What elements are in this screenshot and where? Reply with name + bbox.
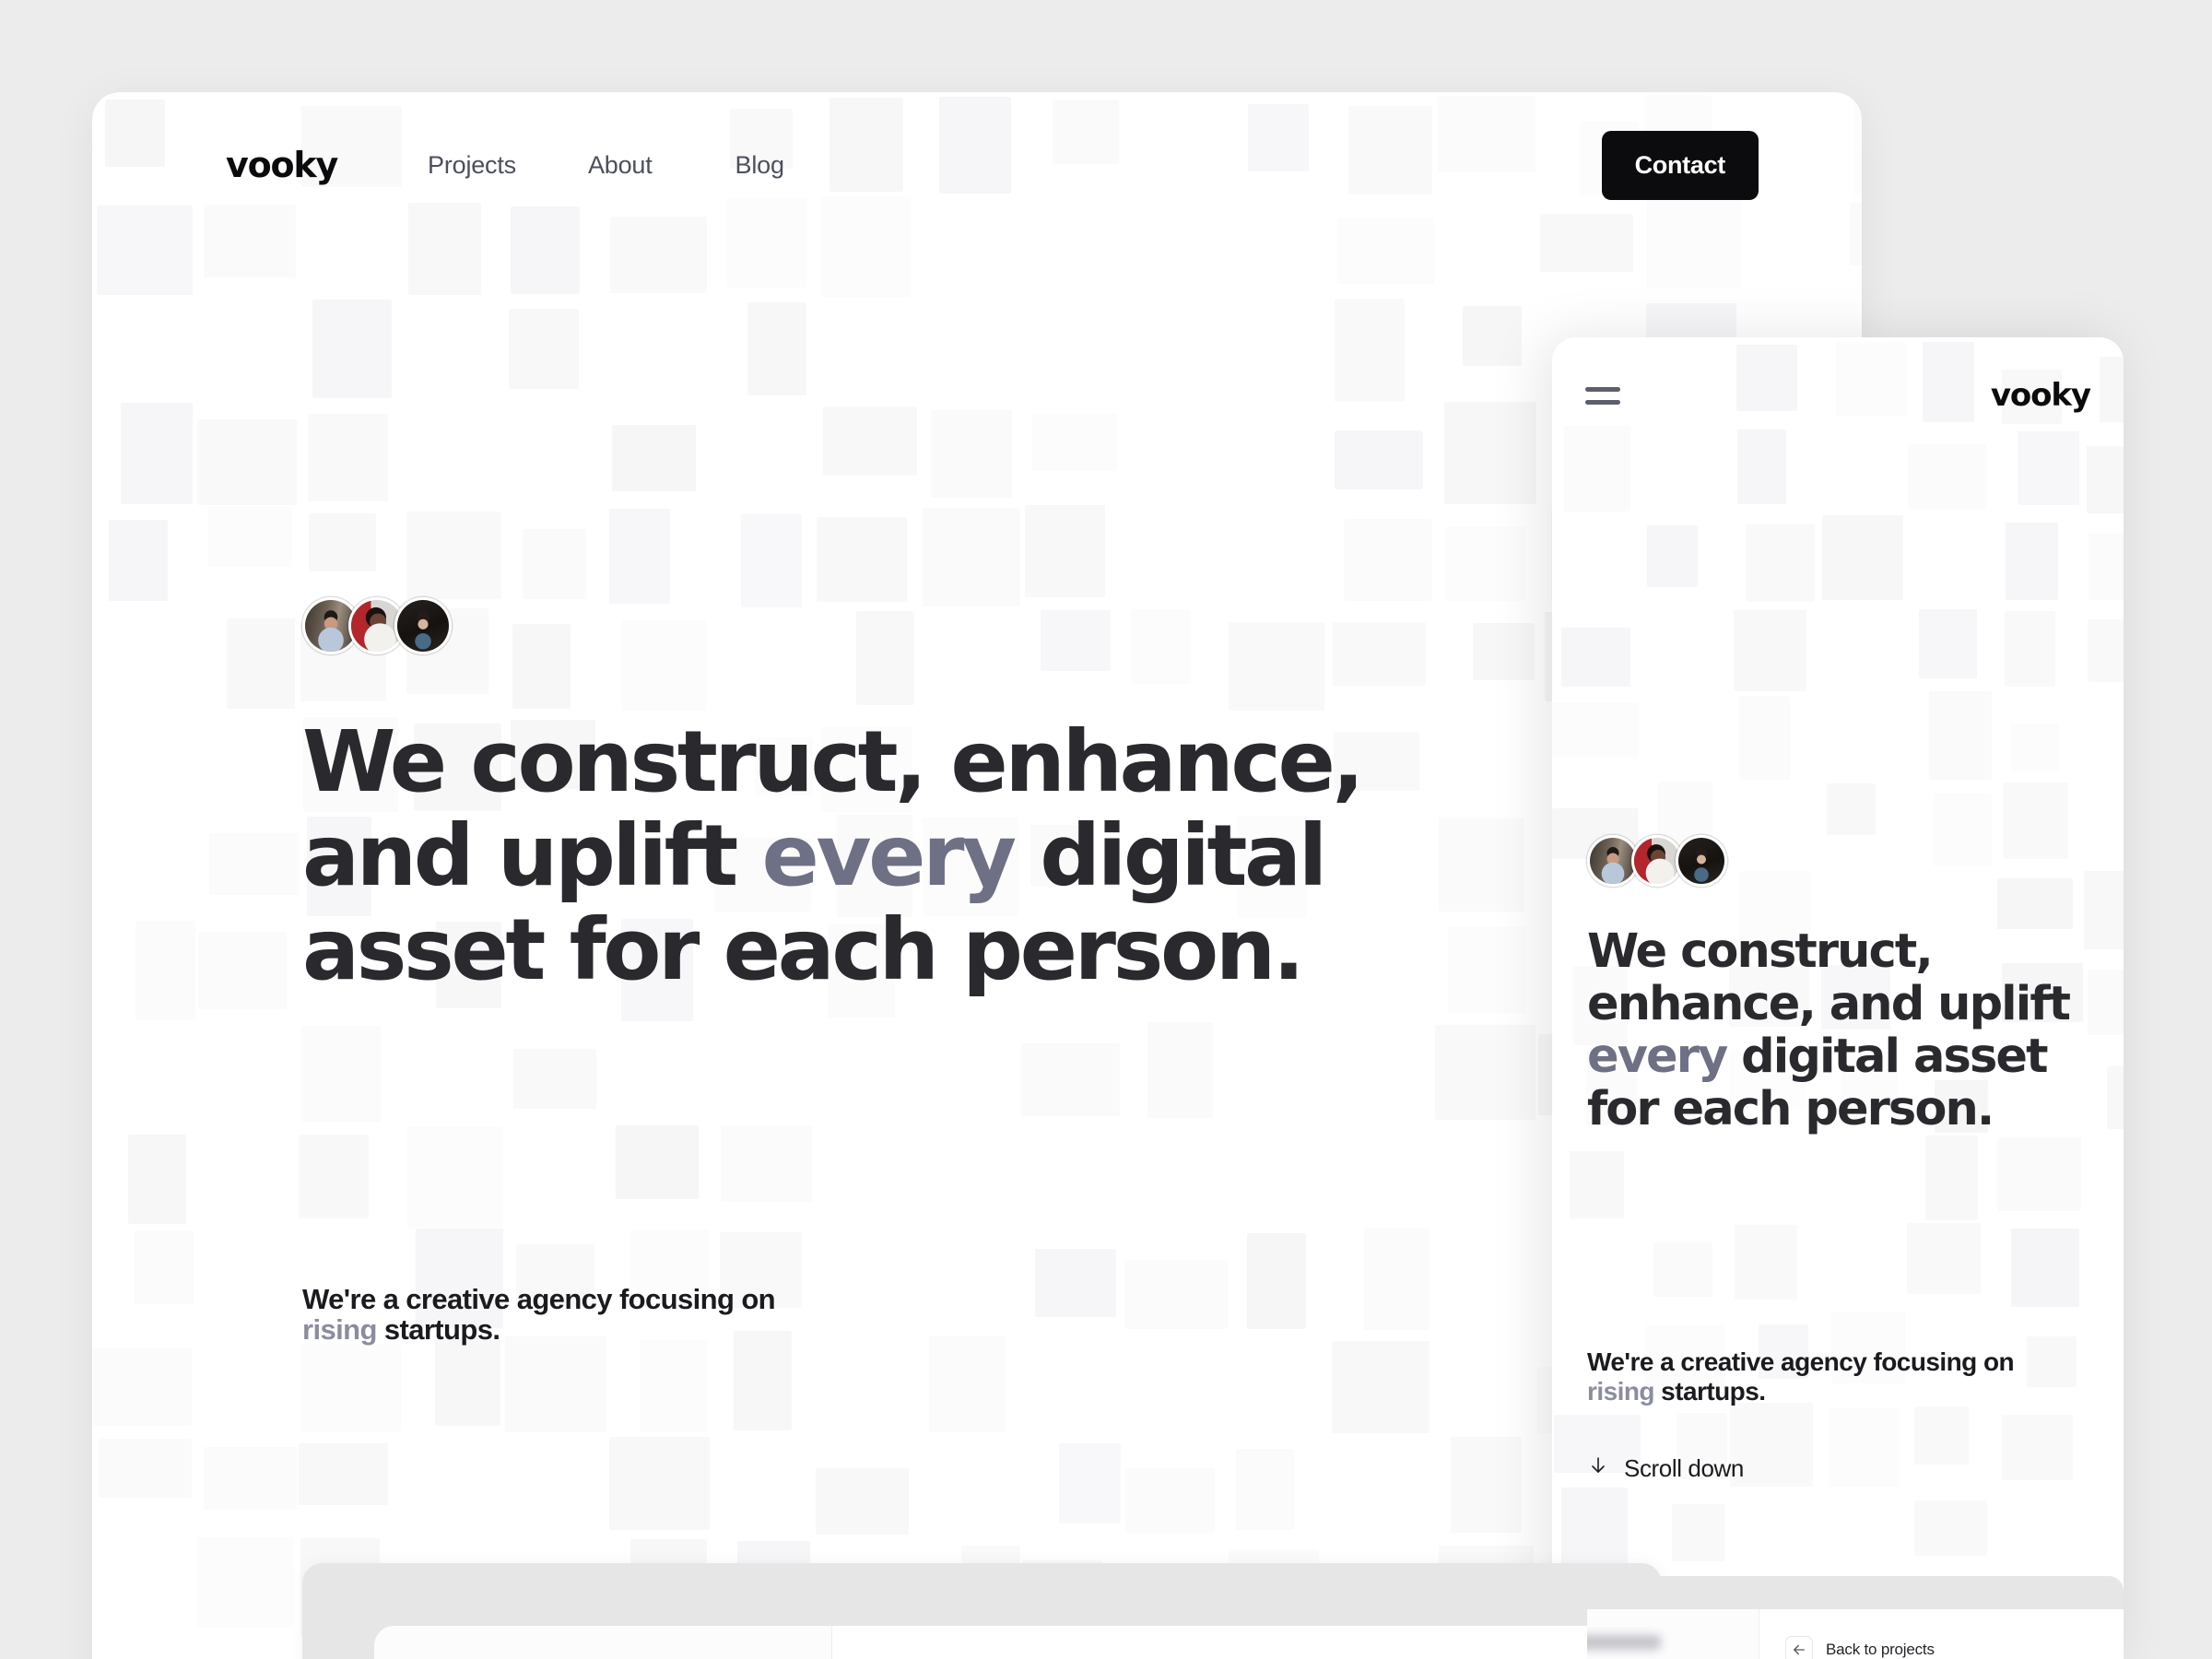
hero-subtext-line1: We're a creative agency focusing on <box>302 1283 776 1315</box>
screenshot-root: vooky Projects About Blog Contact We con… <box>0 0 2212 1659</box>
scroll-down-button[interactable]: Scroll down <box>1587 1454 1744 1483</box>
mobile-navbar: vooky <box>1585 363 2091 428</box>
scroll-down-label: Scroll down <box>1624 1454 1744 1482</box>
back-to-projects-label: Back to projects <box>1826 1640 1935 1658</box>
dashboard-main: Back to projects <box>832 1626 1662 1659</box>
mobile-preview-panel: vooky We construct, enhance, and uplift … <box>1552 337 2124 1659</box>
dashboard-sidebar: Overview Team Projects Meetings <box>1587 1609 1759 1659</box>
desktop-navbar: vooky Projects About Blog Contact <box>226 127 1759 203</box>
hero-headline-accent: every <box>761 806 1018 905</box>
brand-logo[interactable]: vooky <box>226 145 338 185</box>
hero-subtext-accent: rising <box>302 1313 377 1346</box>
avatar <box>394 597 452 654</box>
dashboard-sidebar-logo <box>1587 1635 1661 1650</box>
avatar <box>1676 835 1727 887</box>
hero-subtext-line1: We're a creative agency focusing on <box>1587 1347 2015 1376</box>
arrow-down-icon <box>1587 1454 1609 1483</box>
desktop-dashboard-preview: Back to projects <box>302 1563 1662 1659</box>
team-avatar-group <box>302 597 452 654</box>
nav-link-blog[interactable]: Blog <box>735 142 784 189</box>
dashboard-window: Back to projects <box>374 1626 1662 1659</box>
brand-logo[interactable]: vooky <box>1991 377 2091 414</box>
team-avatar-group <box>1587 835 1727 887</box>
dashboard-window: Overview Team Projects Meetings <box>1587 1609 2124 1659</box>
mobile-dashboard-preview: Overview Team Projects Meetings <box>1587 1576 2124 1659</box>
arrow-left-icon <box>1785 1635 1813 1659</box>
hero-headline: We construct, enhance, and uplift every … <box>1587 925 2085 1135</box>
hero-subtext-tail: startups. <box>1653 1377 1766 1406</box>
hero-subtext: We're a creative agency focusing on risin… <box>302 1284 1003 1345</box>
hero-headline-accent: every <box>1587 1030 1728 1084</box>
hero-subtext-tail: startups. <box>376 1313 500 1346</box>
dashboard-main: Back to projects Axis Decre #214 Start p… <box>1759 1609 2124 1659</box>
hero-subtext: We're a creative agency focusing on risin… <box>1587 1347 2085 1406</box>
hamburger-icon[interactable] <box>1585 386 1620 405</box>
dashboard-sidebar <box>374 1626 832 1659</box>
hero-headline: We construct, enhance, and uplift every … <box>302 715 1500 997</box>
hero-headline-part1: We construct, enhance, and uplift <box>1587 924 2071 1031</box>
hero-subtext-accent: rising <box>1587 1377 1654 1406</box>
nav-link-about[interactable]: About <box>588 142 653 189</box>
desktop-nav-links: Projects About Blog <box>428 142 784 189</box>
back-to-projects-button[interactable]: Back to projects <box>1785 1635 1935 1659</box>
nav-link-projects[interactable]: Projects <box>428 142 516 189</box>
dashboard-topbar: Back to projects <box>1759 1609 2124 1659</box>
contact-button[interactable]: Contact <box>1601 130 1759 200</box>
